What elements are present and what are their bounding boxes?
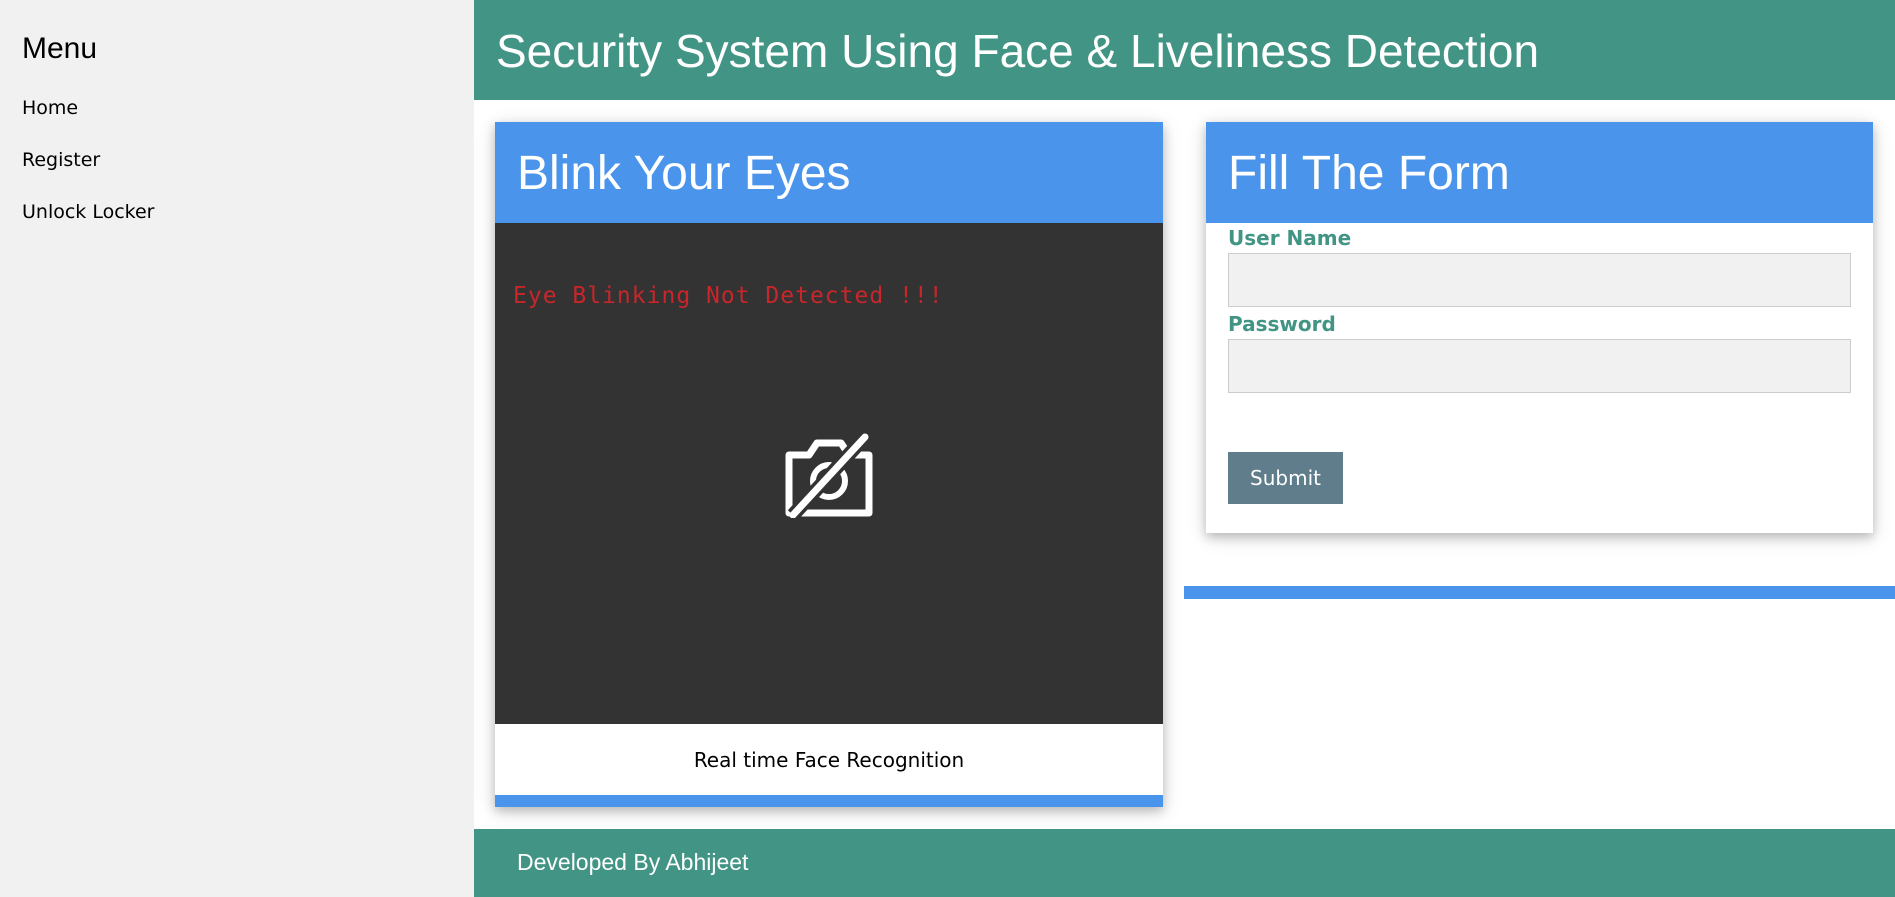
- sidebar-title: Menu: [22, 32, 98, 65]
- sidebar-item-unlock-locker[interactable]: Unlock Locker: [0, 188, 474, 240]
- camera-off-icon: [785, 433, 873, 518]
- section-divider: [1184, 586, 1895, 599]
- username-label: User Name: [1228, 226, 1352, 250]
- page-header: Security System Using Face & Liveliness …: [474, 0, 1895, 100]
- form-card-title: Fill The Form: [1228, 147, 1510, 200]
- submit-button[interactable]: Submit: [1228, 452, 1343, 504]
- page-title: Security System Using Face & Liveliness …: [496, 25, 1540, 77]
- username-field[interactable]: [1228, 253, 1851, 307]
- blink-card-accent-bar: [495, 795, 1163, 807]
- password-label: Password: [1228, 312, 1336, 336]
- sidebar-item-home[interactable]: Home: [0, 84, 474, 136]
- blink-card-header: Blink Your Eyes: [495, 122, 1163, 223]
- page-footer: Developed By Abhijeet: [474, 829, 1895, 897]
- camera-caption: Real time Face Recognition: [693, 748, 965, 772]
- sidebar-item-register[interactable]: Register: [0, 136, 474, 188]
- blink-status-text: Eye Blinking Not Detected !!!: [513, 283, 944, 309]
- blink-card: Blink Your Eyes Eye Blinking Not Detecte…: [495, 122, 1163, 807]
- password-field[interactable]: [1228, 339, 1851, 393]
- form-card: Fill The Form User Name Password Submit: [1206, 122, 1873, 533]
- form-card-header: Fill The Form: [1206, 122, 1873, 223]
- blink-card-title: Blink Your Eyes: [517, 147, 851, 200]
- camera-feed: Eye Blinking Not Detected !!!: [495, 223, 1163, 724]
- footer-credit: Developed By Abhijeet: [517, 849, 749, 875]
- sidebar: Menu Home Register Unlock Locker: [0, 0, 474, 897]
- login-form: User Name Password: [1228, 223, 1851, 399]
